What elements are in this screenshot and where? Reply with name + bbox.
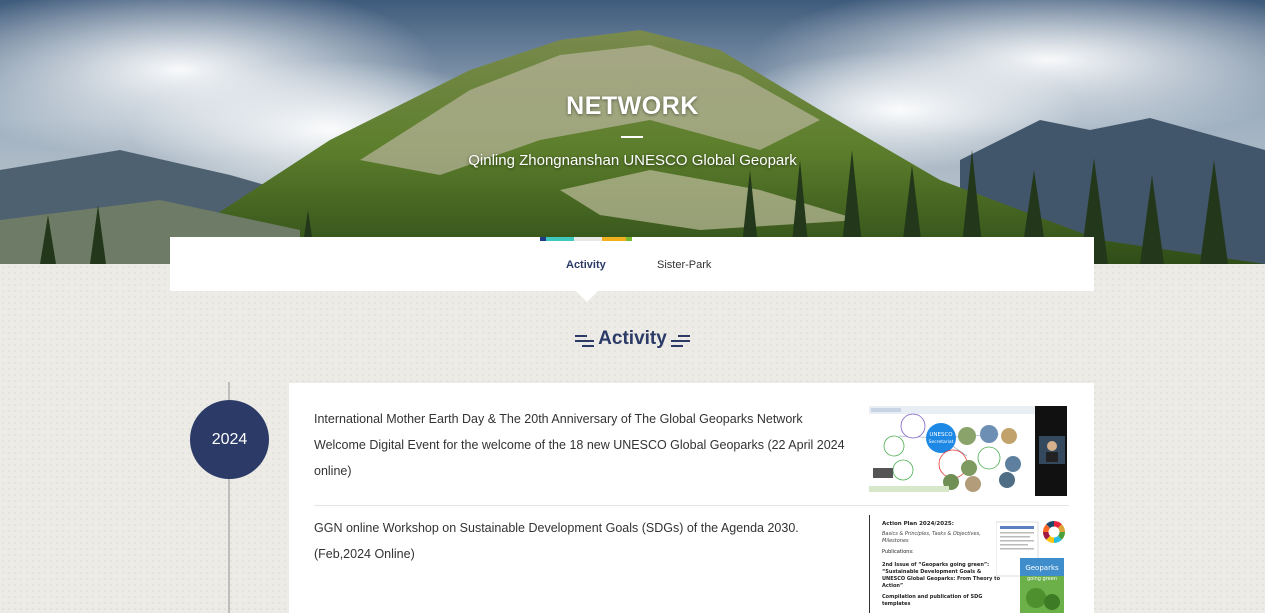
section-heading: Activity xyxy=(0,328,1265,350)
colorbar-segment xyxy=(626,237,632,241)
page-title: NETWORK xyxy=(566,92,699,120)
colorbar-segment xyxy=(546,237,574,241)
slide-line: Publications: xyxy=(882,549,914,555)
svg-text:UNESCO: UNESCO xyxy=(929,432,953,438)
mountain-landscape-image xyxy=(0,0,1265,264)
tab-sister-park[interactable]: Sister-Park xyxy=(657,259,711,271)
activity-thumbnail[interactable]: UNESCO Secretariat xyxy=(869,406,1067,496)
activity-list: International Mother Earth Day & The 20t… xyxy=(289,383,1094,613)
svg-text:Secretariat: Secretariat xyxy=(929,439,954,445)
list-item[interactable]: International Mother Earth Day & The 20t… xyxy=(314,406,1069,498)
title-decoration-right-icon xyxy=(670,333,690,347)
slide-line: Basics & Principles, Tasks & Objectives,… xyxy=(882,531,981,544)
slide-line: 2nd Issue of “Geoparks going green”: xyxy=(882,562,990,568)
activity-link[interactable]: International Mother Earth Day & The 20t… xyxy=(314,406,854,484)
tab-activity[interactable]: Activity xyxy=(566,259,606,271)
slide-text: Action Plan 2024/2025: Basics & Principl… xyxy=(882,521,1000,608)
section-title: Activity xyxy=(598,328,667,349)
page-subtitle: Qinling Zhongnanshan UNESCO Global Geopa… xyxy=(468,152,797,169)
slide-heading: Action Plan 2024/2025: xyxy=(882,521,954,527)
year-badge: 2024 xyxy=(190,400,269,479)
sdg-wheel-icon: Geoparks going green xyxy=(996,520,1066,613)
svg-text:Geoparks: Geoparks xyxy=(1025,564,1059,572)
activity-link[interactable]: GGN online Workshop on Sustainable Devel… xyxy=(314,515,854,567)
colorbar-segment xyxy=(602,237,626,241)
title-divider xyxy=(621,136,643,138)
colorbar-segment xyxy=(574,237,602,241)
tab-panel: Activity Sister-Park xyxy=(170,237,1094,291)
tab-colorbar xyxy=(540,237,632,241)
slide-line: Compilation and publication of SDG templ… xyxy=(882,594,983,607)
active-tab-pointer xyxy=(576,291,598,302)
title-decoration-left-icon xyxy=(575,333,595,347)
slide-line: “Sustainable Development Goals & UNESCO … xyxy=(882,569,1001,589)
svg-text:going green: going green xyxy=(1027,576,1057,582)
video-call-screenshot-icon: UNESCO Secretariat xyxy=(869,406,1067,496)
activity-thumbnail[interactable]: Action Plan 2024/2025: Basics & Principl… xyxy=(869,515,1067,613)
hero-banner: NETWORK Qinling Zhongnanshan UNESCO Glob… xyxy=(0,0,1265,264)
list-item[interactable]: GGN online Workshop on Sustainable Devel… xyxy=(314,515,1069,613)
item-divider xyxy=(314,505,1069,506)
